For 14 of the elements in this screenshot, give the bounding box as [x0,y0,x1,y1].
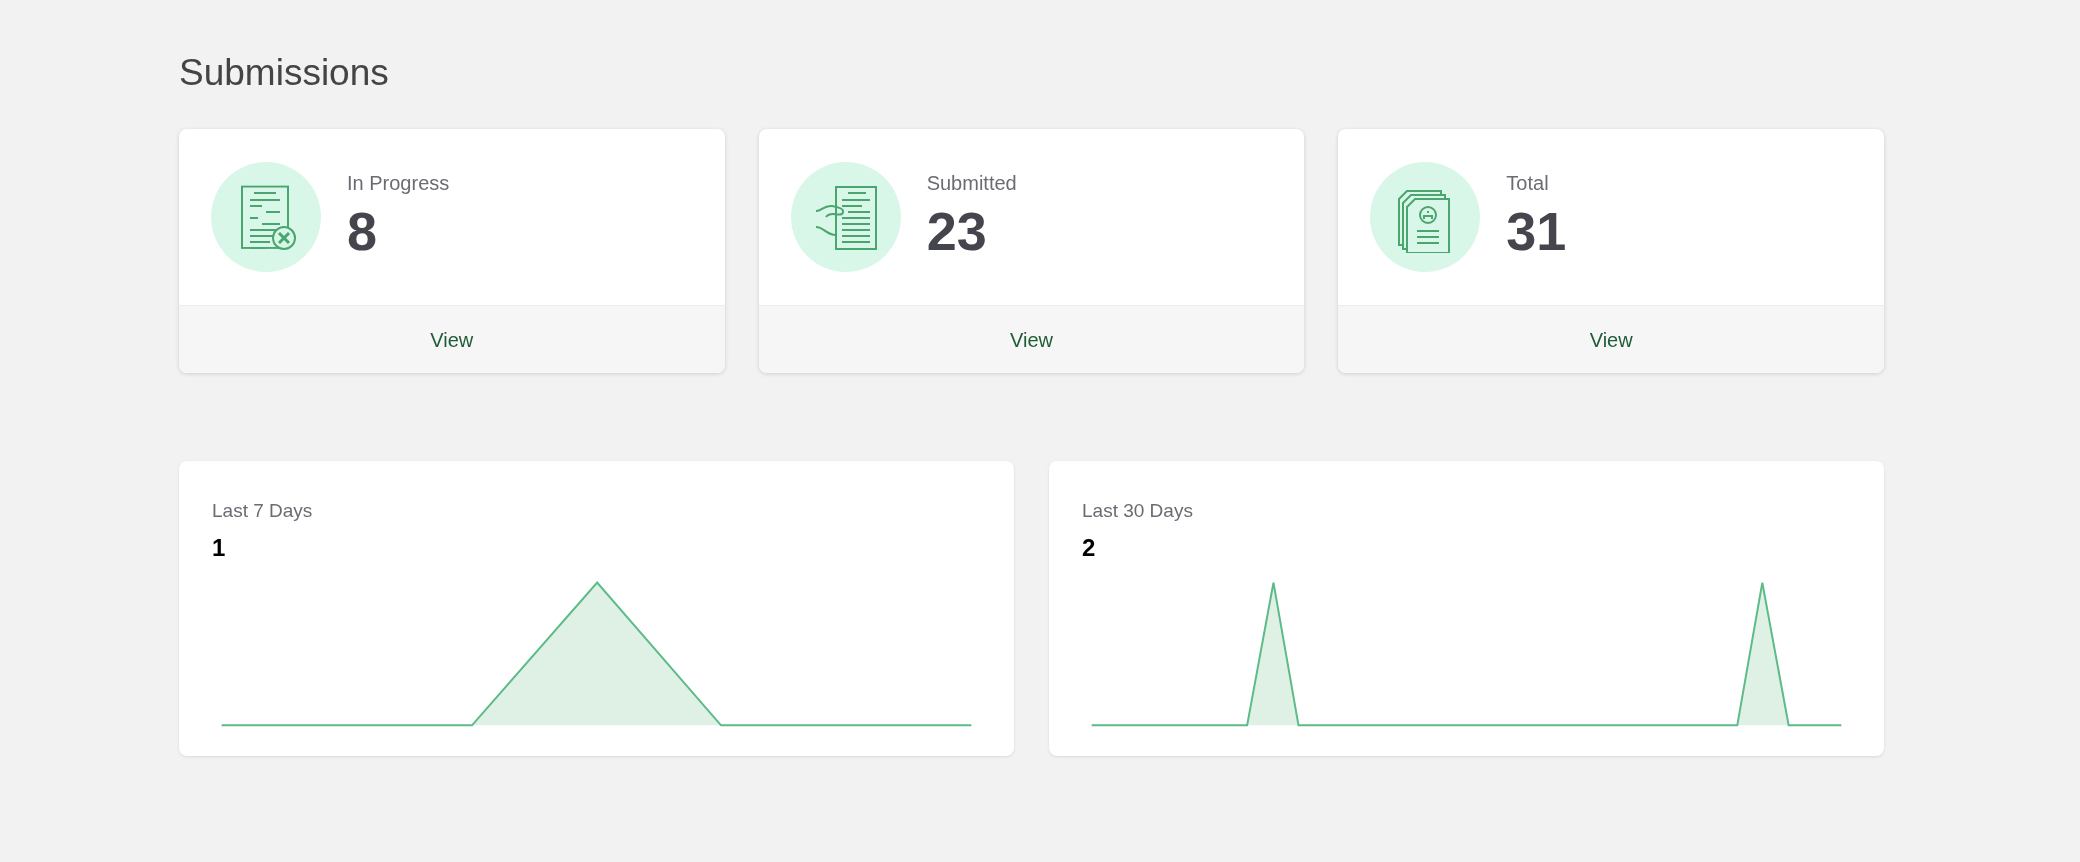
stat-label: Submitted [926,171,1017,197]
view-button[interactable]: View [179,305,725,373]
stat-count: 8 [347,200,379,264]
page-title: Submissions [179,54,390,91]
trend-count: 1 [212,532,227,563]
view-button[interactable]: View [1338,305,1884,373]
trend-count: 2 [1082,532,1097,563]
trend-label: Last 7 Days [212,499,314,523]
stat-label: In Progress [347,171,450,197]
view-button[interactable]: View [758,305,1305,373]
trend-label: Last 30 Days [1082,499,1194,523]
stat-label: Total [1506,171,1550,197]
stat-count: 23 [926,200,988,264]
stat-count: 31 [1506,200,1567,264]
